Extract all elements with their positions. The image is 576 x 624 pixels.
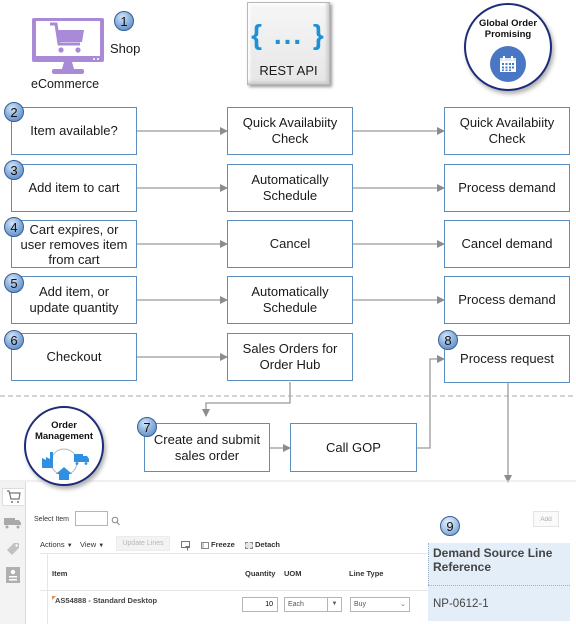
step-badge-8: 8 [438,330,458,350]
dsl-divider [428,585,570,586]
column-header-uom[interactable]: UOM [284,569,302,578]
box-item-available: Item available? [11,107,137,155]
line-type-select[interactable]: Buy ⌄ [350,597,410,612]
view-menu[interactable]: View ▼ [80,540,104,549]
cart-icon [6,490,21,503]
actions-menu[interactable]: Actions ▼ [40,540,73,549]
box-cart-expires: Cart expires, or user removes item from … [11,220,137,268]
box-sales-orders-for-order-hub: Sales Orders for Order Hub [227,333,353,381]
box-add-or-update-quantity: Add item, or update quantity [11,276,137,324]
box-call-gop: Call GOP [290,423,417,472]
step-badge-3: 3 [4,160,24,180]
select-item-input[interactable] [75,511,108,526]
chevron-down-icon: ▼ [66,543,73,549]
gop-title-line1: Global Order [478,18,538,29]
uom-value: Each [288,601,304,608]
table-top-border [40,553,428,554]
search-icon[interactable] [111,513,120,531]
monitor-cart-icon [32,18,104,74]
line-type-value: Buy [354,601,367,608]
box-automatically-schedule-1: Automatically Schedule [227,164,353,212]
detach-label: Detach [255,540,281,549]
chevron-down-icon: ▼ [98,543,105,549]
actions-label: Actions [40,540,65,549]
view-label: View [80,540,97,549]
braces-icon: { ... } [251,19,326,50]
detach-button[interactable]: Detach [245,540,280,549]
header-row-divider [40,590,428,591]
step-badge-4: 4 [4,217,24,237]
table-left-border [47,553,48,624]
shop-label: Shop [110,41,141,56]
global-order-promising-badge: Global Order Promising [464,3,552,91]
box-process-demand-1: Process demand [444,164,570,212]
pricing-tab[interactable] [3,540,23,558]
box-process-request: Process request [444,335,570,383]
freeze-button[interactable]: Freeze [201,540,235,549]
om-title-line2: Management [34,431,94,442]
box-quick-availability-rest: Quick Availabiity Check [227,107,353,155]
box-create-and-submit-sales-order: Create and submit sales order [144,423,270,472]
freeze-label: Freeze [211,540,235,549]
step-badge-5: 5 [4,273,24,293]
om-title-line1: Order [51,420,77,431]
chevron-down-icon: ⌄ [400,601,406,608]
step-badge-9: 9 [440,516,460,536]
calendar-icon [490,46,526,82]
step-badge-6: 6 [4,330,24,350]
tag-icon [7,543,19,555]
box-automatically-schedule-2: Automatically Schedule [227,276,353,324]
supply-chain-icon [42,448,89,480]
box-cancel-demand: Cancel demand [444,220,570,268]
step-badge-7: 7 [137,417,157,437]
detach-icon [245,541,253,549]
box-checkout: Checkout [11,333,137,381]
box-add-item-to-cart: Add item to cart [11,164,137,212]
gop-title-line2: Promising [484,29,532,40]
truck-icon [4,518,21,529]
order-management-badge: Order Management [24,406,104,486]
box-process-demand-2: Process demand [444,276,570,324]
rest-api-label: REST API [259,63,318,78]
box-quick-availability-gop: Quick Availabiity Check [444,107,570,155]
arrow-hub-to-create [202,382,291,417]
demand-source-line-reference-header[interactable]: Demand Source Line Reference [433,546,568,574]
rest-api-icon: { ... } REST API [247,2,330,85]
quantity-input[interactable] [242,597,278,612]
contact-card-icon [6,567,20,583]
dsl-left-divider [428,543,429,585]
arrow-call-to-process [417,355,445,449]
side-rail [0,482,26,624]
add-button[interactable]: Add [533,511,559,527]
dropdown-arrow-icon[interactable]: ▼ [327,598,341,611]
column-header-quantity[interactable]: Quantity [245,569,275,578]
cart-tab[interactable] [2,488,24,506]
update-lines-button[interactable]: Update Lines [116,536,170,551]
customer-tab[interactable] [3,566,23,584]
shipment-tab[interactable] [3,514,23,532]
step-badge-1: 1 [114,11,134,31]
column-header-line-type[interactable]: Line Type [349,569,383,578]
freeze-icon [201,541,209,549]
ecommerce-label: eCommerce [31,77,100,91]
column-header-item[interactable]: Item [52,569,67,578]
step-badge-2: 2 [4,102,24,122]
box-cancel: Cancel [227,220,353,268]
demand-source-line-reference-value: NP-0612-1 [433,598,489,610]
ecommerce-icon [30,16,106,78]
uom-select[interactable]: Each ▼ [284,597,342,612]
select-item-label: Select Item [34,516,70,523]
item-name[interactable]: AS54888 - Standard Desktop [55,596,157,605]
